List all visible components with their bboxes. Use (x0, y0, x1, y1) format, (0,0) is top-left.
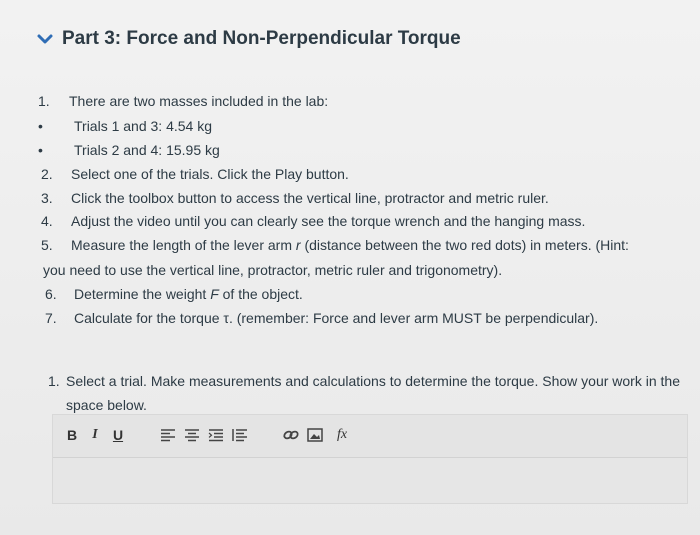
ordered-list-icon[interactable] (231, 425, 249, 445)
step-text: Adjust the video until you can clearly s… (71, 213, 586, 229)
bullet-marker: • (38, 118, 43, 134)
align-center-icon[interactable] (183, 425, 201, 445)
step-text: Trials 1 and 3: 4.54 kg (74, 118, 213, 134)
step-number: 6. (45, 286, 57, 302)
step-text: Trials 2 and 4: 15.95 kg (74, 142, 220, 158)
formula-button[interactable]: fx (333, 425, 351, 445)
step-text: Calculate for the torque τ. (remember: F… (74, 310, 599, 326)
step-text-part: of the object. (218, 286, 303, 302)
step-number: 2. (41, 166, 53, 182)
link-icon[interactable] (283, 425, 299, 445)
bullet-marker: • (38, 142, 43, 158)
image-icon[interactable] (307, 425, 323, 445)
cropped-content (60, 528, 120, 535)
underline-button[interactable]: U (111, 425, 125, 445)
step-text-part: (distance between the two red dots) in m… (300, 237, 629, 253)
quiz-page: Part 3: Force and Non-Perpendicular Torq… (0, 0, 700, 535)
question-text: Select a trial. Make measurements and ca… (66, 373, 680, 413)
step-text: Determine the weight F of the object. (74, 285, 303, 303)
step-text-part: Determine the weight (74, 286, 211, 302)
answer-text-area[interactable] (53, 458, 687, 503)
step-number: 4. (41, 213, 53, 229)
step-text: Select one of the trials. Click the Play… (71, 166, 349, 182)
step-number: 5. (41, 237, 53, 253)
align-left-icon[interactable] (159, 425, 177, 445)
variable-f: F (210, 286, 219, 302)
step-text-part: Measure the length of the lever arm (71, 237, 296, 253)
indent-icon[interactable] (207, 425, 225, 445)
step-text: Measure the length of the lever arm r (d… (71, 236, 629, 254)
step-number: 7. (45, 310, 57, 326)
instructions-list: 1. There are two masses included in the … (0, 0, 700, 340)
editor-toolbar: B I U fx (53, 415, 687, 458)
bold-button[interactable]: B (65, 425, 79, 445)
step-number: 1. (38, 93, 50, 109)
question-number: 1. (48, 373, 60, 389)
step-text: There are two masses included in the lab… (69, 93, 329, 109)
step-text-continued: you need to use the vertical line, protr… (43, 262, 503, 278)
step-number: 3. (41, 190, 53, 206)
italic-button[interactable]: I (89, 425, 101, 445)
step-text: Click the toolbox button to access the v… (71, 190, 549, 206)
answer-editor[interactable]: B I U fx (52, 414, 688, 504)
